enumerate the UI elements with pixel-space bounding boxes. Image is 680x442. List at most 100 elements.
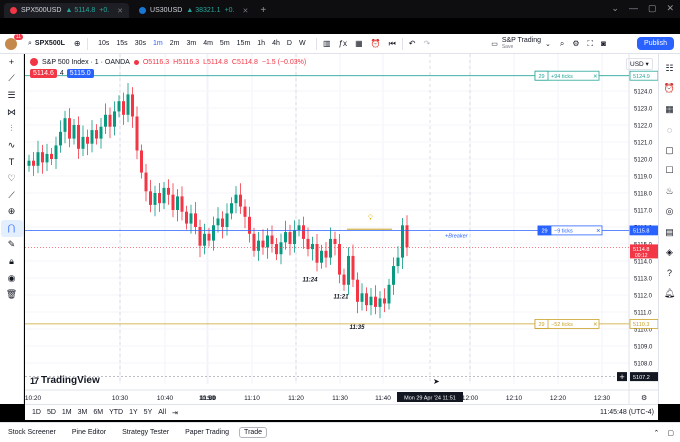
range-1y[interactable]: 1Y xyxy=(126,409,141,416)
ideas-icon[interactable]: ◌ xyxy=(660,120,680,141)
legend-symbol[interactable]: S&P 500 Index · 1 · OANDA xyxy=(42,59,130,66)
y-tick-label: 5111.0 xyxy=(634,311,652,317)
timeframe-15s[interactable]: 15s xyxy=(113,40,131,47)
range-5y[interactable]: 5Y xyxy=(141,409,156,416)
watchlist-icon[interactable]: ☷ xyxy=(660,58,680,79)
timeframe-1h[interactable]: 1h xyxy=(254,40,269,47)
notes-icon[interactable]: ☐ xyxy=(660,161,680,182)
path-icon[interactable]: ∿ xyxy=(1,137,23,154)
help-icon[interactable]: ? xyxy=(660,263,680,284)
candle-body xyxy=(113,111,116,127)
clock[interactable]: 11:45:48 (UTC-4) xyxy=(600,409,654,416)
templates-icon[interactable]: ▦ xyxy=(351,39,367,48)
close-icon[interactable]: ✕ xyxy=(117,7,123,15)
timeframe-4m[interactable]: 4m xyxy=(200,40,217,47)
minimize-icon[interactable]: — xyxy=(629,3,638,14)
currency-selector[interactable]: USD ▾ xyxy=(626,58,653,70)
chart-pane[interactable]: 10:20 10:30 10:40 10:50 11:00 11:10 11:20 11:30… xyxy=(25,54,658,404)
lock-icon[interactable]: 🔒︎ xyxy=(1,253,23,270)
range-5d[interactable]: 5D xyxy=(44,409,59,416)
magnet-icon[interactable]: ⋂ xyxy=(0,219,23,237)
calendar-icon[interactable]: ▦ xyxy=(660,99,680,120)
chart-search-icon[interactable]: ⌕ xyxy=(556,39,568,49)
timeframe-3m[interactable]: 3m xyxy=(183,40,200,47)
measure-icon[interactable]: ⟋ xyxy=(1,187,23,204)
timeframe-5m[interactable]: 5m xyxy=(216,40,233,47)
alert-icon[interactable]: ⏰ xyxy=(367,39,385,48)
order-ticks: −52 ticks xyxy=(551,322,573,328)
tab-stock-screener[interactable]: Stock Screener xyxy=(0,429,64,436)
compare-plus-icon[interactable]: ⊕ xyxy=(70,39,85,48)
camera-icon[interactable]: ◙ xyxy=(597,39,610,48)
layers-icon[interactable]: ◈ xyxy=(660,243,680,264)
close-icon[interactable]: ✕ xyxy=(242,7,248,15)
dom-icon[interactable]: ▤ xyxy=(660,222,680,243)
timeframe-w[interactable]: W xyxy=(295,40,309,47)
heart-icon[interactable]: ♡ xyxy=(1,170,23,187)
trash-icon[interactable]: 🗑︎ xyxy=(1,286,23,303)
timeframe-d[interactable]: D xyxy=(283,40,295,47)
settings-icon[interactable]: ⚙ xyxy=(568,39,583,48)
x-tick-label: 12:30 xyxy=(594,395,611,402)
range-1m[interactable]: 1M xyxy=(59,409,75,416)
replay-icon[interactable]: ⏮ xyxy=(385,39,400,49)
timeframe-4h[interactable]: 4h xyxy=(269,40,284,47)
indicators-icon[interactable]: ◎ xyxy=(660,202,680,223)
maximize-icon[interactable]: ▢ xyxy=(648,3,657,14)
avatar[interactable]: 11 xyxy=(5,33,23,50)
tab-spx500usd[interactable]: SPX500USD ▲ 5114.8 +0. ✕ xyxy=(4,3,130,18)
trend-line-icon[interactable]: ⟋ xyxy=(1,71,23,88)
undo-icon[interactable]: ↶ xyxy=(405,39,420,48)
eye-icon[interactable]: ◉ xyxy=(1,270,23,287)
notifications-icon[interactable]: 🔔︎ xyxy=(660,284,680,305)
ruler-icon[interactable]: ⫶ xyxy=(1,120,23,137)
buy-button[interactable]: 5115.0 xyxy=(66,69,94,78)
tab-us30usd[interactable]: US30USD ▲ 38321.1 +0. ✕ xyxy=(133,3,254,18)
candle-body xyxy=(194,213,197,227)
fib-icon[interactable]: ☰ xyxy=(1,87,23,104)
range-ytd[interactable]: YTD xyxy=(106,409,126,416)
text-icon[interactable]: T xyxy=(1,154,23,171)
timeframe-10s[interactable]: 10s xyxy=(95,40,113,47)
publish-button[interactable]: Publish xyxy=(637,37,674,50)
range-3m[interactable]: 3M xyxy=(75,409,91,416)
timeframe-2m[interactable]: 2m xyxy=(166,40,183,47)
timeframe-1m[interactable]: 1m xyxy=(149,40,166,47)
y-tick-label: 5121.0 xyxy=(634,141,653,147)
hotlist-icon[interactable]: ♨ xyxy=(660,181,680,202)
tab-search-icon[interactable]: ⌄ xyxy=(611,3,619,14)
symbol-search[interactable]: ⌕ SPX500L xyxy=(23,34,70,54)
new-tab-button[interactable]: + xyxy=(260,3,266,18)
countdown: 00:12 xyxy=(635,253,648,259)
timeframe-30s[interactable]: 30s xyxy=(131,40,149,47)
timeframe-15m[interactable]: 15m xyxy=(233,40,254,47)
layout-selector[interactable]: ▭ S&P Trading Save ⌄ xyxy=(486,34,556,54)
goto-date-icon[interactable]: ⇥ xyxy=(169,409,181,417)
tab-paper-trading[interactable]: Paper Trading xyxy=(177,429,237,436)
range-6m[interactable]: 6M xyxy=(90,409,106,416)
maximize-panel-icon[interactable]: ▢ xyxy=(667,429,674,437)
chat-icon[interactable]: ▢ xyxy=(660,140,680,161)
candle-body xyxy=(378,298,382,307)
candle-style-icon[interactable]: ▥ xyxy=(319,39,335,48)
alerts-icon[interactable]: ⏰ xyxy=(660,79,680,100)
zoom-icon[interactable]: ⊕ xyxy=(1,203,23,220)
tab-strategy-tester[interactable]: Strategy Tester xyxy=(114,429,177,436)
collapse-panel-icon[interactable]: ⌃ xyxy=(654,429,660,437)
close-window-icon[interactable]: ✕ xyxy=(666,3,674,14)
range-1d[interactable]: 1D xyxy=(29,409,44,416)
tab-pine-editor[interactable]: Pine Editor xyxy=(64,429,114,436)
pattern-icon[interactable]: ⋈ xyxy=(1,104,23,121)
candle-body xyxy=(392,266,395,285)
lock-draw-icon[interactable]: ✎ xyxy=(1,237,23,254)
indicators-icon[interactable]: ƒx xyxy=(335,39,351,48)
candle-body xyxy=(212,225,215,241)
fullscreen-icon[interactable]: ⛶ xyxy=(584,39,598,49)
candle-body xyxy=(396,257,400,267)
redo-icon[interactable]: ↷ xyxy=(420,39,435,48)
tab-trade[interactable]: Trade xyxy=(239,427,268,438)
price-chart[interactable]: 10:20 10:30 10:40 10:5011:00 11:10 11:20 11:30… xyxy=(25,54,658,404)
sell-button[interactable]: 5114.6 xyxy=(30,69,57,78)
crosshair-icon[interactable]: + xyxy=(1,54,23,71)
range-all[interactable]: All xyxy=(155,409,169,416)
